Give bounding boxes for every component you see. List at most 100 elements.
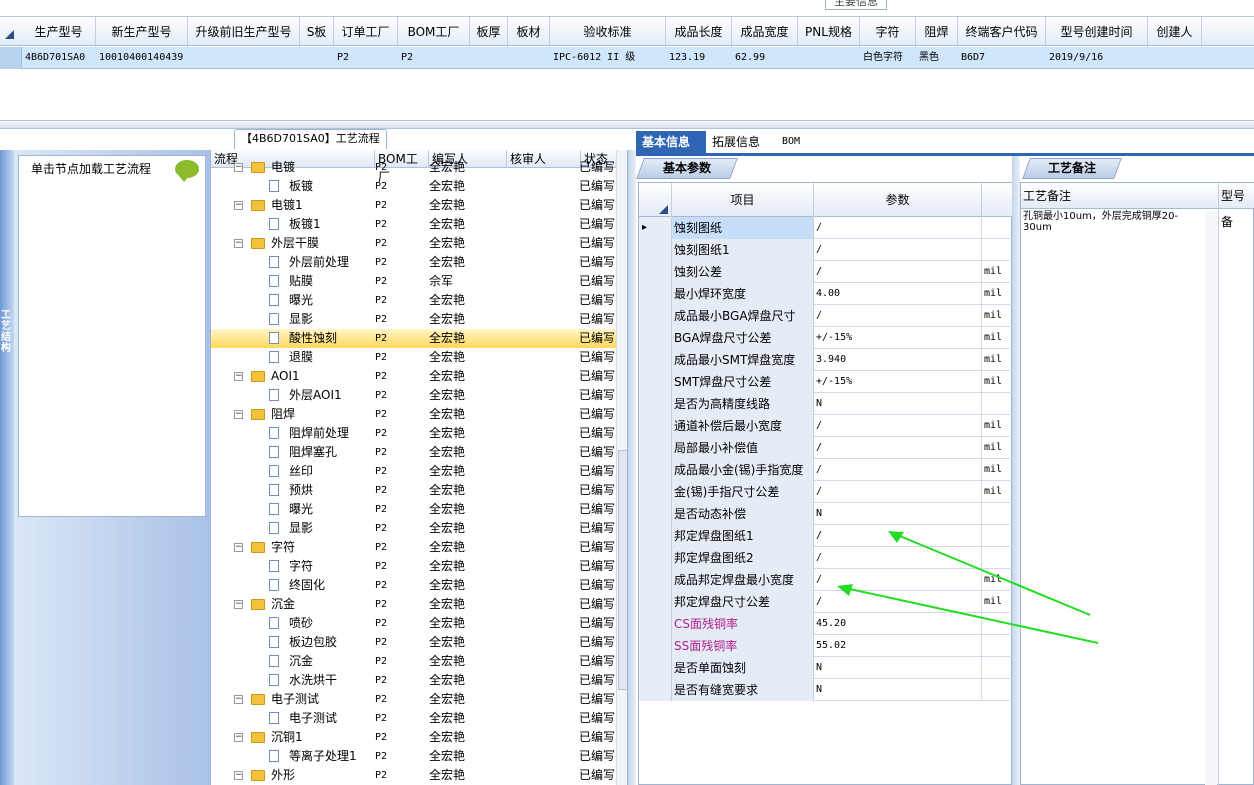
remark-scrollbar[interactable] [1205, 211, 1217, 785]
param-value[interactable]: N [814, 503, 982, 525]
top-cell[interactable]: P2 [398, 47, 470, 69]
param-value[interactable]: / [814, 437, 982, 459]
top-col-header[interactable]: 终端客户代码 [958, 17, 1046, 47]
top-col-header[interactable]: 板材 [508, 17, 550, 47]
expand-toggle-icon[interactable]: − [234, 771, 243, 780]
param-row[interactable]: 邦定焊盘尺寸公差 / mil [639, 591, 1013, 613]
param-value[interactable]: N [814, 657, 982, 679]
param-row[interactable]: BGA焊盘尺寸公差 +/-15% mil [639, 327, 1013, 349]
top-col-header[interactable]: 新生产型号 [96, 17, 188, 47]
param-row[interactable]: 金(锡)手指尺寸公差 / mil [639, 481, 1013, 503]
row-indicator[interactable] [639, 305, 672, 327]
tree-node[interactable]: 阻焊塞孔 P2 全宏艳 已编写 [211, 443, 616, 462]
top-cell[interactable]: B6D7 [958, 47, 1046, 69]
tree-node[interactable]: 电子测试 P2 全宏艳 已编写 [211, 709, 616, 728]
tab-basic-info[interactable]: 基本信息 [636, 131, 706, 153]
tree-node[interactable]: − 字符 P2 全宏艳 已编写 [211, 538, 616, 557]
tree-node[interactable]: − 外形 P2 全宏艳 已编写 [211, 766, 616, 785]
param-value[interactable]: / [814, 261, 982, 283]
row-indicator[interactable] [639, 547, 672, 569]
tree-node[interactable]: − 电子测试 P2 全宏艳 已编写 [211, 690, 616, 709]
tree-node[interactable]: − 沉金 P2 全宏艳 已编写 [211, 595, 616, 614]
tree-node[interactable]: 板镀1 P2 全宏艳 已编写 [211, 215, 616, 234]
expand-toggle-icon[interactable]: − [234, 410, 243, 419]
param-row[interactable]: 邦定焊盘图纸1/ [639, 525, 1013, 547]
param-row[interactable]: SMT焊盘尺寸公差 +/-15% mil [639, 371, 1013, 393]
tree-node[interactable]: 曝光 P2 全宏艳 已编写 [211, 500, 616, 519]
top-col-header[interactable]: 阻焊 [916, 17, 958, 47]
top-cell[interactable]: 黑色 [916, 47, 958, 69]
param-value[interactable]: 3.940 [814, 349, 982, 371]
top-cell[interactable] [508, 47, 550, 69]
row-indicator[interactable] [639, 415, 672, 437]
param-value[interactable]: / [814, 547, 982, 569]
horizontal-splitter[interactable] [0, 120, 1254, 129]
top-col-header[interactable]: 板厚 [470, 17, 508, 47]
expand-toggle-icon[interactable]: − [234, 600, 243, 609]
param-value[interactable]: N [814, 393, 982, 415]
param-row[interactable]: 成品最小SMT焊盘宽度 3.940 mil [639, 349, 1013, 371]
tree-node[interactable]: 等离子处理1 P2 全宏艳 已编写 [211, 747, 616, 766]
top-cell[interactable] [470, 47, 508, 69]
vertical-splitter-2[interactable] [1012, 156, 1020, 785]
param-row[interactable]: 邦定焊盘图纸2/ [639, 547, 1013, 569]
top-cell[interactable]: 10010400140439 [96, 47, 188, 69]
top-cell[interactable] [188, 47, 300, 69]
row-indicator[interactable] [639, 327, 672, 349]
row-indicator[interactable] [639, 613, 672, 635]
row-indicator[interactable] [639, 635, 672, 657]
params-header-item[interactable]: 项目 [672, 183, 814, 217]
tree-node[interactable]: 贴膜 P2 佘军 已编写 [211, 272, 616, 291]
expand-toggle-icon[interactable]: − [234, 239, 243, 248]
top-cell[interactable]: 62.99 [732, 47, 798, 69]
row-indicator[interactable] [639, 459, 672, 481]
tree-node[interactable]: − 阻焊 P2 全宏艳 已编写 [211, 405, 616, 424]
param-value[interactable]: / [814, 481, 982, 503]
top-col-header[interactable]: 升级前旧生产型号 [188, 17, 300, 47]
param-value[interactable]: +/-15% [814, 371, 982, 393]
row-indicator[interactable] [639, 349, 672, 371]
tree-node[interactable]: − AOI1 P2 全宏艳 已编写 [211, 367, 616, 386]
select-all-corner-icon[interactable] [5, 30, 14, 39]
param-row[interactable]: 局部最小补偿值 / mil [639, 437, 1013, 459]
top-cell[interactable]: 4B6D701SA0 [22, 47, 96, 69]
top-col-header[interactable]: 创建人 [1148, 17, 1202, 47]
tree-node[interactable]: 预烘 P2 全宏艳 已编写 [211, 481, 616, 500]
param-row[interactable]: SS面残铜率 55.02 [639, 635, 1013, 657]
top-col-header[interactable]: S板 [300, 17, 334, 47]
param-value[interactable]: / [814, 415, 982, 437]
param-row[interactable]: 成品邦定焊盘最小宽度 / mil [639, 569, 1013, 591]
param-value[interactable]: / [814, 569, 982, 591]
model-remark-header-col[interactable]: 型号备 [1219, 183, 1254, 229]
tab-basic-params[interactable]: 基本参数 [636, 158, 738, 179]
tree-node[interactable]: 曝光 P2 全宏艳 已编写 [211, 291, 616, 310]
tree-node[interactable]: 退膜 P2 全宏艳 已编写 [211, 348, 616, 367]
param-row[interactable]: 是否单面蚀刻 N [639, 657, 1013, 679]
param-value[interactable]: / [814, 525, 982, 547]
param-row[interactable]: ▸ 蚀刻图纸 / [639, 217, 1013, 239]
expand-toggle-icon[interactable]: − [234, 372, 243, 381]
param-row[interactable]: 最小焊环宽度 4.00 mil [639, 283, 1013, 305]
expand-toggle-icon[interactable]: − [234, 163, 243, 172]
tree-node[interactable]: 板边包胶 P2 全宏艳 已编写 [211, 633, 616, 652]
param-value[interactable]: / [814, 459, 982, 481]
top-col-header[interactable]: 型号创建时间 [1046, 17, 1148, 47]
tree-node[interactable]: 水洗烘干 P2 全宏艳 已编写 [211, 671, 616, 690]
row-indicator[interactable]: ▸ [639, 217, 672, 239]
param-row[interactable]: 蚀刻图纸1/ [639, 239, 1013, 261]
param-value[interactable]: / [814, 217, 982, 239]
top-col-header[interactable]: 字符 [860, 17, 916, 47]
expand-toggle-icon[interactable]: − [234, 543, 243, 552]
row-indicator[interactable] [639, 525, 672, 547]
param-value[interactable]: 55.02 [814, 635, 982, 657]
params-header-value[interactable]: 参数 [814, 183, 982, 217]
tree-node[interactable]: 终固化 P2 全宏艳 已编写 [211, 576, 616, 595]
param-row[interactable]: 成品最小BGA焊盘尺寸 / mil [639, 305, 1013, 327]
tree-node[interactable]: 丝印 P2 全宏艳 已编写 [211, 462, 616, 481]
tree-node[interactable]: − 沉铜1 P2 全宏艳 已编写 [211, 728, 616, 747]
row-indicator[interactable] [639, 503, 672, 525]
param-row[interactable]: 蚀刻公差 / mil [639, 261, 1013, 283]
top-col-header[interactable]: 成品宽度 [732, 17, 798, 47]
param-value[interactable]: 45.20 [814, 613, 982, 635]
main-grid-row[interactable]: 4B6D701SA0 10010400140439 P2 P2 IPC-6012 II … [0, 47, 1254, 69]
